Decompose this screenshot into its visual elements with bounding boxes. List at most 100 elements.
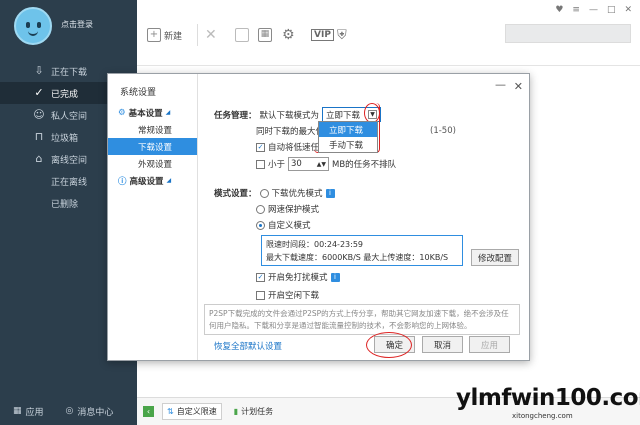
close-icon[interactable]: ✕ [624,5,632,15]
file-icon[interactable] [235,26,249,44]
dropdown-option-immediate[interactable]: 立即下载 [319,122,377,137]
bell-icon: ◎ [65,406,74,416]
delete-icon[interactable]: ✕ [205,26,217,44]
new-task-button[interactable]: + 新建 [147,26,182,44]
nav-group-label: 高级设置 [129,176,164,187]
smaller-than-checkbox[interactable] [256,159,265,169]
dialog-title: 系统设置 [120,88,157,98]
trash-icon: ⊓ [34,130,44,143]
shield-icon[interactable]: ⛨ [337,26,347,44]
auto-lower-row: ✓ 自动将低速任 [256,141,319,153]
network-protect-label: 网速保护模式 [268,205,320,215]
nav-item-general[interactable]: 常规设置 [108,121,197,138]
avatar-eye-right [37,22,41,28]
max-tasks-range: (1-50) [430,126,456,136]
nav-item-appearance[interactable]: 外观设置 [108,155,197,172]
sidebar-item-label: 已删除 [51,199,79,210]
scheduled-task-label: 计划任务 [241,407,274,416]
vip-button[interactable]: VIP [311,26,334,44]
toolbar: + 新建 ✕ ▦ ⚙ VIP ⛨ ♥ ≡ — □ ✕ [137,0,640,66]
custom-speed-limit-button[interactable]: ⇅ 自定义限速 [162,403,222,420]
spinner-icon: ▲▼ [316,160,327,168]
info-icon[interactable]: i [325,188,335,198]
auto-lower-checkbox[interactable]: ✓ [256,142,265,152]
sidebar-item-label: 私人空间 [51,111,88,122]
cancel-button[interactable]: 取消 [422,336,463,353]
window-controls: ♥ ≡ — □ ✕ [555,5,632,15]
grid-view-icon[interactable]: ▦ [258,26,272,44]
apps-button[interactable]: ▦ 应用 [13,405,44,418]
nav-group-label: 基本设置 [128,108,163,119]
custom-mode-radio[interactable] [256,220,265,230]
sidebar-item-label: 离线空间 [51,155,88,166]
new-task-label: 新建 [164,31,183,42]
triangle-icon: ◢ [166,177,172,184]
info-icon[interactable]: i [330,272,340,282]
size-threshold-stepper[interactable]: 30 ▲▼ [288,157,330,171]
nav-item-download[interactable]: 下载设置 [108,138,197,155]
smaller-than-row: 小于 30 ▲▼ MB的任务不排队 [256,157,396,171]
speed-limit-summary: 限速时间段：00:24-23:59 最大下载速度：6000KB/S 最大上传速度… [261,235,463,266]
settings-nav: ⚙ 基本设置 ◢ 常规设置 下载设置 外观设置 ⓘ 高级设置 ◢ [108,104,197,189]
no-disturb-label: 开启免打扰模式 [268,273,328,283]
search-input[interactable] [505,24,631,43]
triangle-icon: ◢ [165,109,171,116]
p2sp-notice: P2SP下载完成的文件会通过P2SP的方式上传分享，帮助其它网友加速下载，绝不会… [204,304,520,335]
mode-row-protect: 网速保护模式 [256,203,319,215]
modify-config-button[interactable]: 修改配置 [471,249,519,266]
speed-limit-period: 限速时间段：00:24-23:59 [266,240,363,249]
custom-mode-label: 自定义模式 [268,221,311,231]
watermark-logo: ylmfwin100.com [456,385,640,411]
idle-download-label: 开启空闲下载 [268,291,320,301]
new-file-icon: + [147,28,161,42]
avatar[interactable] [14,7,52,45]
maximize-icon[interactable]: □ [607,5,616,15]
restore-defaults-link[interactable]: 恢复全部默认设置 [214,340,282,352]
no-disturb-checkbox[interactable]: ✓ [256,272,265,282]
scheduled-task-button[interactable]: ▮ 计划任务 [230,404,277,419]
messages-label: 消息中心 [77,407,114,418]
mode-row-custom: 自定义模式 [256,219,311,231]
cloud-icon: ⌂ [35,152,43,165]
auto-lower-label: 自动将低速任 [268,143,320,153]
collapse-icon[interactable]: ‹ [143,406,154,417]
nav-group-advanced[interactable]: ⓘ 高级设置 ◢ [108,172,197,189]
annotation-circle-ok [366,332,412,358]
avatar-mouth [28,31,38,36]
minimize-icon[interactable]: — [589,5,598,15]
download-priority-label: 下载优先模式 [271,189,323,199]
calendar-icon: ▮ [233,407,239,416]
apply-button[interactable]: 应用 [469,336,510,353]
dropdown-option-manual[interactable]: 手动下载 [319,137,377,152]
idle-download-row: 开启空闲下载 [256,289,319,301]
mode-settings-label: 模式设置： [214,189,257,199]
check-circle-icon: ✓ [34,86,44,99]
person-icon: ☺ [33,108,45,121]
info-circle-icon: ⓘ [118,176,127,187]
menu-icon[interactable]: ≡ [572,5,580,15]
no-disturb-row: ✓ 开启免打扰模式 i [256,271,340,283]
login-link[interactable]: 点击登录 [61,19,93,30]
settings-icon[interactable]: ⚙ [282,26,295,44]
sidebar-item-label: 垃圾箱 [51,133,79,144]
grid-icon: ▦ [13,406,22,416]
default-mode-label: 默认下载模式为 [259,110,320,121]
smaller-than-label: 小于 [268,160,286,170]
idle-download-checkbox[interactable] [256,290,265,300]
default-mode-dropdown: 立即下载 手动下载 [318,121,378,153]
speed-limit-values: 最大下载速度：6000KB/S 最大上传速度：10KB/S [266,253,449,262]
smaller-than-suffix: MB的任务不排队 [332,160,397,170]
toolbar-divider [197,24,198,46]
skin-icon[interactable]: ♥ [555,5,563,15]
sidebar-item-label: 正在离线 [51,177,88,188]
download-priority-radio[interactable] [259,188,269,198]
nav-group-basic[interactable]: ⚙ 基本设置 ◢ [108,104,197,121]
apps-label: 应用 [25,407,44,418]
messages-button[interactable]: ◎ 消息中心 [66,405,114,418]
speed-icon: ⇅ [167,407,174,416]
sidebar-bottom-bar: ▦ 应用 ◎ 消息中心 [0,397,137,425]
vip-icon: VIP [311,29,334,41]
network-protect-radio[interactable] [256,204,265,214]
annotation-circle-caret [364,103,380,123]
mode-row-priority: 模式设置： 下载优先模式 i [214,187,335,199]
